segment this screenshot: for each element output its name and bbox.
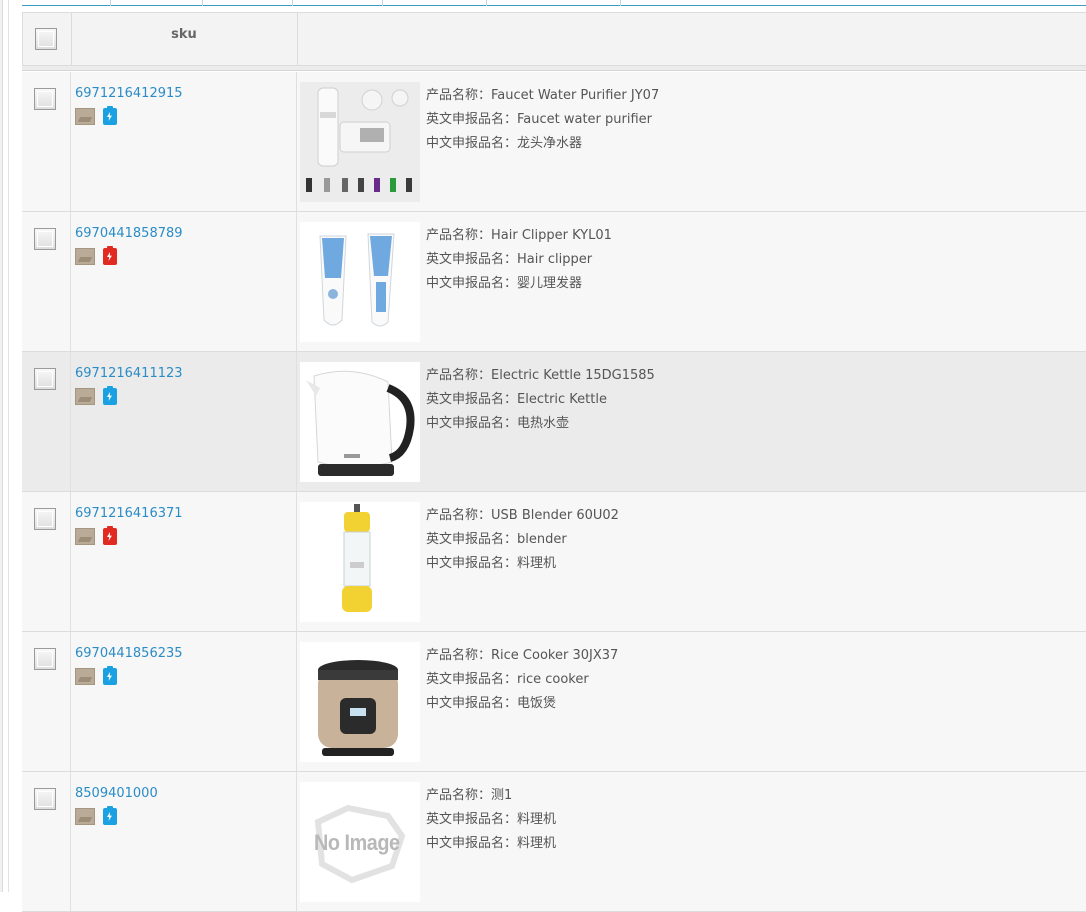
left-divider	[8, 0, 9, 892]
sku-link[interactable]: 6970441858789	[75, 226, 183, 241]
product-info: 产品名称：USB Blender 60U02 英文申报品名：blender 中文…	[426, 504, 619, 576]
product-name: 产品名称：Rice Cooker 30JX37	[426, 648, 619, 663]
row-checkbox-cell	[22, 772, 71, 911]
image-icon[interactable]	[75, 528, 95, 545]
row-checkbox[interactable]	[34, 788, 56, 810]
battery-blue-icon	[103, 386, 117, 405]
battery-blue-icon	[103, 806, 117, 825]
sku-cell: 6971216416371	[70, 492, 297, 631]
english-declared-name: 英文申报品名：Electric Kettle	[426, 392, 607, 407]
row-checkbox-cell	[22, 72, 71, 211]
english-declared-name: 英文申报品名：blender	[426, 532, 567, 547]
sku-cell: 6971216412915	[70, 72, 297, 211]
sku-cell: 6971216411123	[70, 352, 297, 491]
tab[interactable]	[110, 0, 203, 6]
product-info: 产品名称：Hair Clipper KYL01 英文申报品名：Hair clip…	[426, 224, 612, 296]
product-info-cell: 产品名称：Electric Kettle 15DG1585 英文申报品名：Ele…	[296, 352, 1086, 491]
table-row: 8509401000 No Image 产品名称：测1 英文申报品名：料理机 中…	[22, 772, 1086, 912]
chinese-declared-name: 中文申报品名：电热水壶	[426, 416, 570, 431]
image-icon[interactable]	[75, 808, 95, 825]
chinese-declared-name: 中文申报品名：婴儿理发器	[426, 276, 583, 291]
image-icon[interactable]	[75, 388, 95, 405]
english-declared-name: 英文申报品名：料理机	[426, 812, 557, 827]
sku-cell: 8509401000	[70, 772, 297, 911]
battery-red-icon	[103, 246, 117, 265]
sku-link[interactable]: 6971216411123	[75, 366, 183, 381]
product-name: 产品名称：Faucet Water Purifier JY07	[426, 88, 660, 103]
sku-column-header[interactable]: sku	[71, 13, 298, 65]
sku-link[interactable]: 8509401000	[75, 786, 158, 801]
row-checkbox[interactable]	[34, 648, 56, 670]
battery-blue-icon	[103, 106, 117, 125]
no-image-text: No Image	[314, 830, 400, 855]
battery-red-icon	[103, 526, 117, 545]
row-checkbox-cell	[22, 492, 71, 631]
tab[interactable]	[292, 0, 383, 6]
product-name: 产品名称：USB Blender 60U02	[426, 508, 619, 523]
sku-cell: 6970441858789	[70, 212, 297, 351]
chinese-declared-name: 中文申报品名：料理机	[426, 556, 557, 571]
table-header: sku	[22, 12, 1086, 66]
sku-link[interactable]: 6971216416371	[75, 506, 183, 521]
product-info: 产品名称：测1 英文申报品名：料理机 中文申报品名：料理机	[426, 784, 556, 856]
row-checkbox[interactable]	[34, 368, 56, 390]
row-checkbox[interactable]	[34, 228, 56, 250]
row-checkbox-cell	[22, 352, 71, 491]
row-checkbox-cell	[22, 632, 71, 771]
select-all-checkbox[interactable]	[35, 28, 57, 50]
header-divider	[22, 66, 1086, 71]
table-row: 6971216412915 产品名称：Faucet Water Purifier…	[22, 72, 1086, 212]
sku-link[interactable]: 6970441856235	[75, 646, 183, 661]
product-info-cell: 产品名称：USB Blender 60U02 英文申报品名：blender 中文…	[296, 492, 1086, 631]
product-info: 产品名称：Electric Kettle 15DG1585 英文申报品名：Ele…	[426, 364, 655, 436]
product-info-cell: 产品名称：Hair Clipper KYL01 英文申报品名：Hair clip…	[296, 212, 1086, 351]
product-thumbnail[interactable]: No Image	[300, 782, 420, 902]
tab[interactable]	[486, 0, 621, 6]
table-row: 6970441858789 产品名称：Hair Clipper KYL01 英文…	[22, 212, 1086, 352]
product-thumbnail[interactable]	[300, 502, 420, 622]
product-thumbnail[interactable]	[300, 642, 420, 762]
sku-link[interactable]: 6971216412915	[75, 86, 183, 101]
no-image-placeholder: No Image	[300, 782, 420, 902]
chinese-declared-name: 中文申报品名：龙头净水器	[426, 136, 583, 151]
tabs-strip	[22, 0, 1086, 6]
english-declared-name: 英文申报品名：rice cooker	[426, 672, 589, 687]
product-info-cell: 产品名称：Rice Cooker 30JX37 英文申报品名：rice cook…	[296, 632, 1086, 771]
product-name: 产品名称：Hair Clipper KYL01	[426, 228, 612, 243]
row-checkbox[interactable]	[34, 88, 56, 110]
table-row: 6970441856235 产品名称：Rice Cooker 30JX37 英文…	[22, 632, 1086, 772]
product-name: 产品名称：Electric Kettle 15DG1585	[426, 368, 655, 383]
sku-cell: 6970441856235	[70, 632, 297, 771]
english-declared-name: 英文申报品名：Faucet water purifier	[426, 112, 653, 127]
english-declared-name: 英文申报品名：Hair clipper	[426, 252, 593, 267]
image-icon[interactable]	[75, 668, 95, 685]
header-checkbox-cell	[23, 13, 72, 65]
battery-blue-icon	[103, 666, 117, 685]
product-info: 产品名称：Rice Cooker 30JX37 英文申报品名：rice cook…	[426, 644, 618, 716]
chinese-declared-name: 中文申报品名：电饭煲	[426, 696, 557, 711]
chinese-declared-name: 中文申报品名：料理机	[426, 836, 557, 851]
left-border	[0, 0, 3, 892]
product-info-cell: No Image 产品名称：测1 英文申报品名：料理机 中文申报品名：料理机	[296, 772, 1086, 911]
table-row: 6971216416371 产品名称：USB Blender 60U02 英文申…	[22, 492, 1086, 632]
tab[interactable]	[202, 0, 293, 6]
product-thumbnail[interactable]	[300, 82, 420, 202]
row-checkbox[interactable]	[34, 508, 56, 530]
product-name: 产品名称：测1	[426, 788, 513, 803]
product-info: 产品名称：Faucet Water Purifier JY07 英文申报品名：F…	[426, 84, 659, 156]
product-info-cell: 产品名称：Faucet Water Purifier JY07 英文申报品名：F…	[296, 72, 1086, 211]
table-row: 6971216411123 产品名称：Electric Kettle 15DG1…	[22, 352, 1086, 492]
product-thumbnail[interactable]	[300, 222, 420, 342]
row-checkbox-cell	[22, 212, 71, 351]
image-icon[interactable]	[75, 248, 95, 265]
image-icon[interactable]	[75, 108, 95, 125]
tab[interactable]	[22, 0, 111, 6]
product-thumbnail[interactable]	[300, 362, 420, 482]
tab[interactable]	[382, 0, 487, 6]
